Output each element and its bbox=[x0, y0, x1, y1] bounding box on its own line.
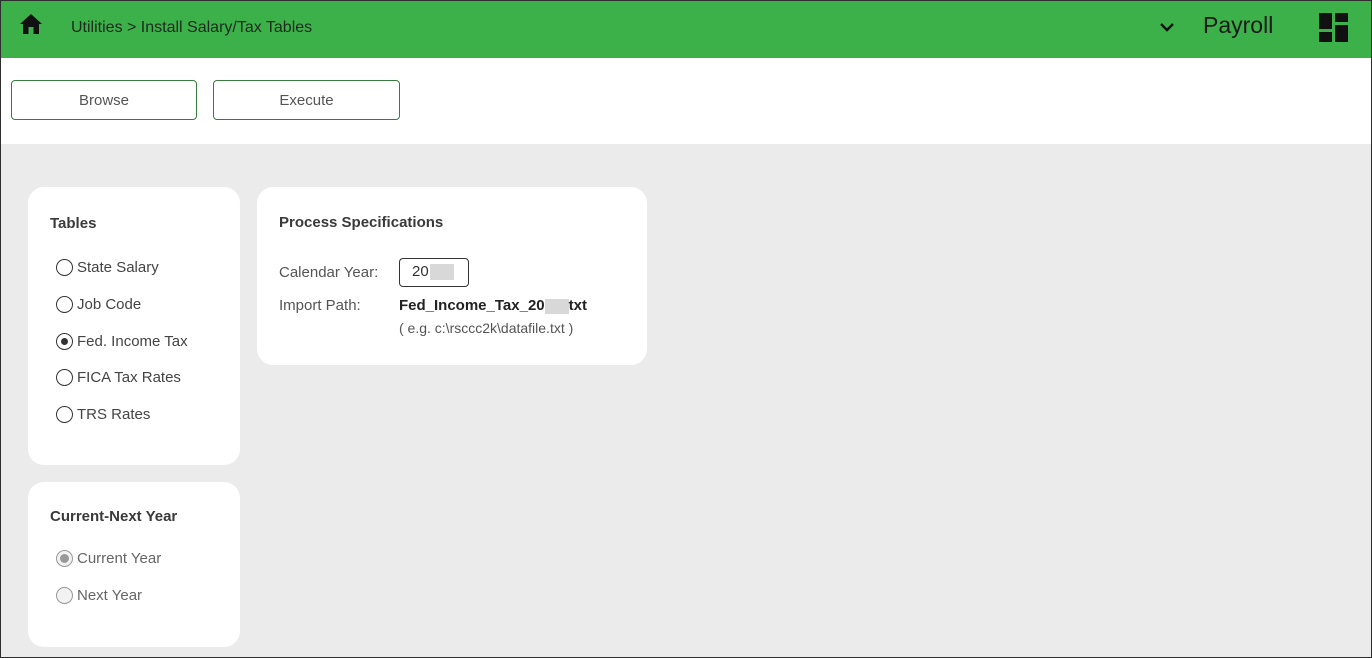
radio-option-current-year: Current Year bbox=[56, 550, 161, 567]
tables-card: Tables State Salary Job Code Fed. Income… bbox=[28, 187, 240, 465]
radio-label: FICA Tax Rates bbox=[77, 369, 181, 386]
radio-option-next-year: Next Year bbox=[56, 587, 142, 604]
app-frame: Utilities > Install Salary/Tax Tables Pa… bbox=[0, 0, 1372, 658]
redacted-block bbox=[429, 264, 454, 281]
radio-button-selected bbox=[56, 550, 73, 567]
toolbar: Browse Execute bbox=[1, 58, 1371, 144]
import-path-prefix: Fed_Income_Tax_20 bbox=[399, 297, 545, 314]
chevron-down-icon[interactable] bbox=[1159, 21, 1175, 33]
radio-label: State Salary bbox=[77, 259, 159, 276]
radio-button[interactable] bbox=[56, 296, 73, 313]
import-path-value: Fed_Income_Tax_20 txt bbox=[399, 297, 587, 314]
radio-button bbox=[56, 587, 73, 604]
import-path-suffix: txt bbox=[568, 297, 587, 314]
app-name[interactable]: Payroll bbox=[1203, 12, 1273, 39]
process-specifications-title: Process Specifications bbox=[279, 214, 444, 231]
redacted-block bbox=[544, 298, 569, 314]
top-bar: Utilities > Install Salary/Tax Tables Pa… bbox=[1, 1, 1371, 58]
import-path-hint: ( e.g. c:\rsccc2k\datafile.txt ) bbox=[399, 320, 574, 336]
radio-label: Job Code bbox=[77, 296, 142, 313]
tables-title: Tables bbox=[50, 215, 97, 232]
breadcrumb: Utilities > Install Salary/Tax Tables bbox=[71, 19, 313, 36]
radio-label: Current Year bbox=[77, 550, 162, 567]
radio-button[interactable] bbox=[56, 369, 73, 386]
calendar-year-input[interactable]: 20 bbox=[399, 258, 469, 287]
current-next-year-card: Current-Next Year Current Year Next Year bbox=[28, 482, 240, 647]
current-next-year-title: Current-Next Year bbox=[50, 508, 178, 525]
radio-option-fed-income-tax[interactable]: Fed. Income Tax bbox=[56, 333, 188, 350]
radio-option-trs-rates[interactable]: TRS Rates bbox=[56, 406, 150, 423]
home-icon[interactable] bbox=[19, 13, 43, 35]
radio-button[interactable] bbox=[56, 259, 73, 276]
process-specifications-card: Process Specifications Calendar Year: 20… bbox=[257, 187, 647, 365]
calendar-year-value: 20 bbox=[412, 263, 429, 280]
execute-button[interactable]: Execute bbox=[213, 80, 400, 120]
radio-option-fica-tax-rates[interactable]: FICA Tax Rates bbox=[56, 369, 181, 386]
radio-option-state-salary[interactable]: State Salary bbox=[56, 259, 159, 276]
radio-button-selected[interactable] bbox=[56, 333, 73, 350]
radio-button[interactable] bbox=[56, 406, 73, 423]
calendar-year-label: Calendar Year: bbox=[279, 264, 379, 281]
radio-label: Fed. Income Tax bbox=[77, 333, 188, 350]
import-path-label: Import Path: bbox=[279, 297, 361, 314]
dashboard-grid-icon[interactable] bbox=[1319, 13, 1348, 42]
radio-option-job-code[interactable]: Job Code bbox=[56, 296, 141, 313]
browse-button[interactable]: Browse bbox=[11, 80, 197, 120]
radio-label: TRS Rates bbox=[77, 406, 151, 423]
radio-label: Next Year bbox=[77, 587, 143, 604]
